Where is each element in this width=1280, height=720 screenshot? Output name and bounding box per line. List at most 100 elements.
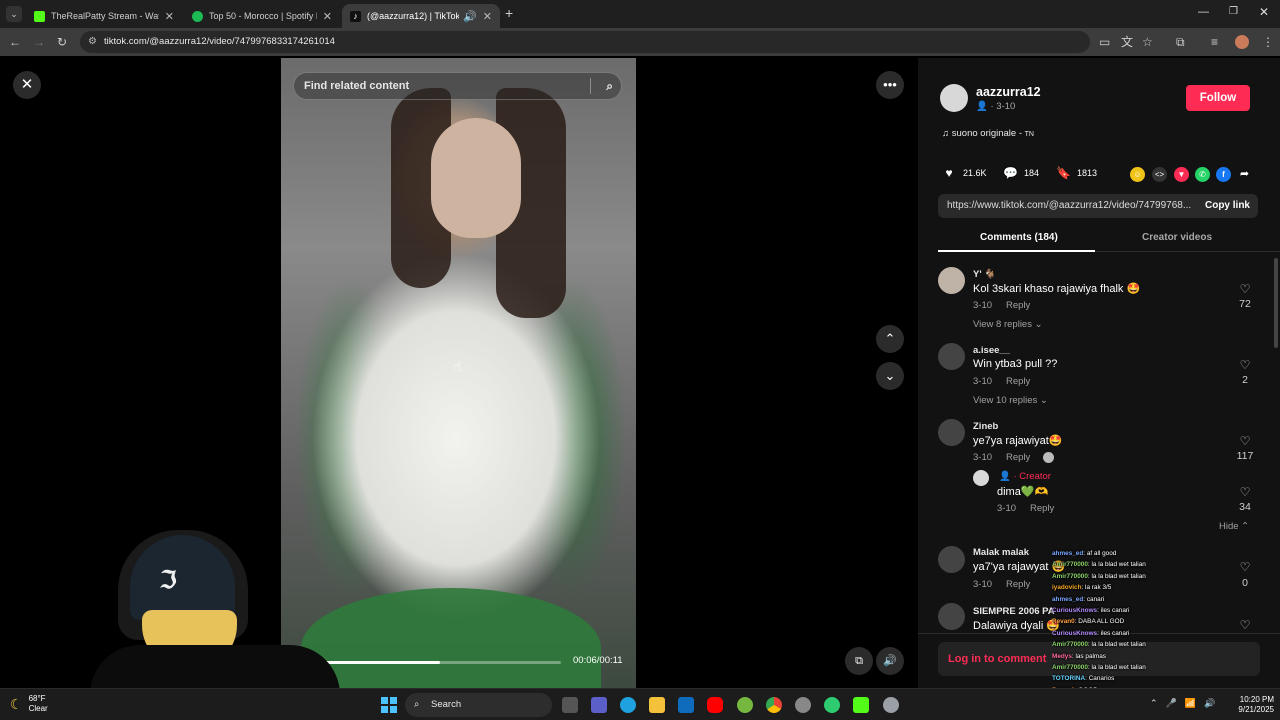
- video-link-field[interactable]: https://www.tiktok.com/@aazzurra12/video…: [938, 194, 1258, 218]
- commenter-avatar[interactable]: [938, 343, 965, 370]
- youtube-icon[interactable]: [707, 697, 723, 713]
- comment-like-icon[interactable]: ♡: [1235, 485, 1255, 499]
- cast-icon[interactable]: ▭: [1099, 28, 1110, 56]
- previous-video-button[interactable]: ⌃: [876, 325, 904, 353]
- extensions-icon[interactable]: ⧉: [1176, 28, 1185, 56]
- tab-creator-videos[interactable]: Creator videos: [1142, 232, 1212, 243]
- site-info-icon[interactable]: ⚙: [88, 31, 97, 53]
- embed-icon[interactable]: <>: [1152, 167, 1167, 182]
- file-explorer-icon[interactable]: [649, 697, 665, 713]
- commenter-avatar[interactable]: [938, 546, 965, 573]
- media-controls-icon[interactable]: ≡: [1211, 28, 1218, 56]
- comment-like-icon[interactable]: ♡: [1235, 282, 1255, 296]
- commenter-avatar[interactable]: [938, 267, 965, 294]
- kick-icon[interactable]: [853, 697, 869, 713]
- view-replies-button[interactable]: View 10 replies ⌄: [973, 395, 1048, 406]
- comment-like-icon[interactable]: ♡: [1235, 560, 1255, 574]
- chat-username: Medys: [1052, 652, 1072, 660]
- tab-close-icon[interactable]: ✕: [483, 10, 492, 23]
- send-icon[interactable]: ▼: [1174, 167, 1189, 182]
- outlook-icon[interactable]: [678, 697, 694, 713]
- reply-button[interactable]: Reply: [1006, 300, 1030, 311]
- weather-widget[interactable]: ☾ 68°F Clear: [10, 694, 48, 714]
- comment-like-icon[interactable]: ♡: [1235, 434, 1255, 448]
- commenter-name[interactable]: a.isee__: [973, 345, 1010, 356]
- tab-close-icon[interactable]: ✕: [165, 10, 174, 23]
- share-arrow-icon[interactable]: ➦: [1237, 167, 1252, 182]
- tab-search-icon[interactable]: ⌄: [6, 6, 22, 22]
- next-video-button[interactable]: ⌄: [876, 362, 904, 390]
- comment-like-count: 117: [1236, 450, 1254, 462]
- like-stat[interactable]: ♥ 21.6K: [942, 166, 986, 180]
- app-green-icon[interactable]: [824, 697, 840, 713]
- hide-replies-button[interactable]: Hide ⌃: [1219, 521, 1249, 532]
- miniplayer-button[interactable]: ⧉: [845, 647, 873, 675]
- reply-button[interactable]: Reply: [1030, 503, 1054, 514]
- browser-tab-spotify[interactable]: Top 50 - Morocco | Spotify Play ✕: [184, 4, 340, 28]
- edge-icon[interactable]: [620, 697, 636, 713]
- save-stat[interactable]: 🔖 1813: [1056, 166, 1097, 180]
- restore-button[interactable]: ❐: [1229, 6, 1238, 17]
- commenter-name[interactable]: SIEMPRE 2006 PA: [973, 606, 1055, 617]
- reply-button[interactable]: Reply: [1006, 376, 1030, 387]
- app-icon[interactable]: [795, 697, 811, 713]
- kick-icon: [34, 10, 45, 22]
- tab-close-icon[interactable]: ✕: [323, 10, 332, 23]
- volume-button[interactable]: 🔊: [876, 647, 904, 675]
- bookmark-star-icon[interactable]: ☆: [1142, 28, 1153, 56]
- sound-link[interactable]: ♫ suono originale - TN: [942, 128, 1034, 139]
- panel-scrollbar[interactable]: [1274, 258, 1278, 348]
- browser-tab-tiktok[interactable]: ♪ (@aazzurra12) | TikTok 🔊 ✕: [342, 4, 500, 28]
- utorrent-icon[interactable]: [737, 697, 753, 713]
- speaker-icon[interactable]: 🔊: [463, 10, 477, 23]
- commenter-avatar[interactable]: [938, 603, 965, 630]
- author-username[interactable]: aazzurra12: [976, 85, 1041, 99]
- tray-icons[interactable]: ⌃🎤📶🔊: [1150, 698, 1223, 709]
- author-avatar[interactable]: [940, 84, 968, 112]
- repost-icon[interactable]: ☺: [1130, 167, 1145, 182]
- translate-icon[interactable]: 文: [1121, 28, 1133, 56]
- copy-link-button[interactable]: Copy link: [1205, 194, 1250, 218]
- reload-icon[interactable]: ↻: [57, 28, 67, 56]
- reply-button[interactable]: Reply: [1006, 452, 1030, 463]
- close-window-button[interactable]: ✕: [1259, 5, 1269, 19]
- back-icon[interactable]: ←: [9, 28, 21, 56]
- cap-logo-icon: ℑ: [160, 565, 177, 594]
- profile-avatar[interactable]: [1235, 35, 1249, 49]
- facebook-icon[interactable]: f: [1216, 167, 1231, 182]
- whatsapp-icon[interactable]: ✆: [1195, 167, 1210, 182]
- taskbar-clock[interactable]: 10:20 PM 9/21/2025: [1222, 695, 1274, 715]
- teams-icon[interactable]: [591, 697, 607, 713]
- comment-like-icon[interactable]: ♡: [1235, 618, 1255, 632]
- task-view-icon[interactable]: [562, 697, 578, 713]
- menu-icon[interactable]: ⋮: [1262, 28, 1274, 56]
- music-note-icon: ♫: [942, 128, 950, 139]
- commenter-name[interactable]: Y' 🐐: [973, 269, 996, 280]
- more-options-button[interactable]: •••: [876, 71, 904, 99]
- new-tab-button[interactable]: +: [505, 5, 513, 21]
- tab-comments[interactable]: Comments (184): [980, 232, 1058, 243]
- related-search-input[interactable]: Find related content ⌕: [293, 72, 622, 100]
- settings-icon[interactable]: [883, 697, 899, 713]
- chat-message: Revan0: DABA ALL GOD: [1052, 616, 1202, 627]
- search-icon[interactable]: ⌕: [606, 73, 613, 99]
- browser-tab-kick[interactable]: TheRealPatty Stream - Watch L ✕: [26, 4, 182, 28]
- start-button-icon[interactable]: [381, 697, 397, 713]
- commenter-name[interactable]: Malak malak: [973, 547, 1029, 558]
- comment-stat[interactable]: 💬 184: [1003, 166, 1039, 180]
- address-bar[interactable]: ⚙ tiktok.com/@aazzurra12/video/747997683…: [80, 31, 1090, 53]
- close-video-button[interactable]: ✕: [13, 71, 41, 99]
- follow-button[interactable]: Follow: [1186, 85, 1250, 111]
- minimize-button[interactable]: —: [1198, 6, 1209, 18]
- commenter-name[interactable]: Zineb: [973, 421, 998, 432]
- forward-icon[interactable]: →: [33, 28, 45, 56]
- video-progress-bar[interactable]: [319, 661, 561, 664]
- commenter-avatar[interactable]: [938, 419, 965, 446]
- creator-avatar[interactable]: [973, 470, 989, 486]
- reply-button[interactable]: Reply: [1006, 579, 1030, 590]
- chrome-icon[interactable]: [766, 697, 782, 713]
- view-replies-button[interactable]: View 8 replies ⌄: [973, 319, 1043, 330]
- comment-like-icon[interactable]: ♡: [1235, 358, 1255, 372]
- comment-text: ye7ya rajawiyat🤩: [973, 435, 1063, 447]
- taskbar-search[interactable]: ⌕ Search: [405, 693, 552, 717]
